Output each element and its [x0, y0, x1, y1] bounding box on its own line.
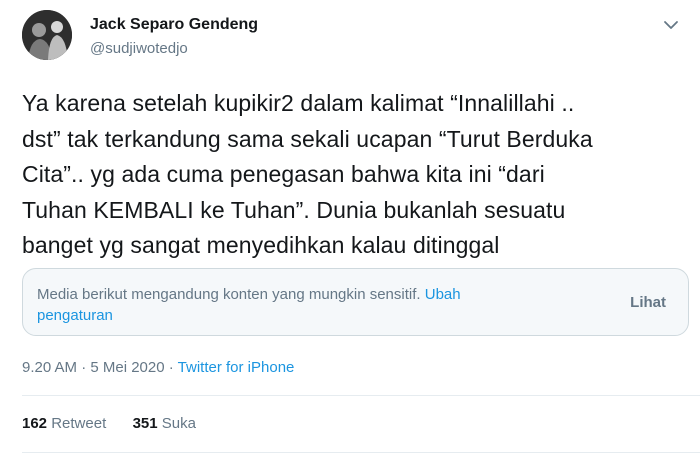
sensitive-media-text: Media berikut mengandung konten yang mun…	[37, 286, 421, 303]
tweet-text: Ya karena setelah kupikir2 dalam kalimat…	[22, 86, 677, 264]
tweet-line: banget yg sangat menyedihkan kalau ditin…	[22, 232, 500, 258]
tweet-line: Cita”.. yg ada cuma penegasan bahwa kita…	[22, 161, 545, 187]
tweet-line: Tuhan KEMBALI ke Tuhan”. Dunia bukanlah …	[22, 196, 566, 223]
tweet-meta: 9.20 AM · 5 Mei 2020 · Twitter for iPhon…	[22, 359, 294, 376]
divider	[22, 395, 700, 396]
tweet-source-link[interactable]: Twitter for iPhone	[178, 359, 295, 376]
retweets-stat[interactable]: 162 Retweet	[22, 415, 110, 432]
retweets-label: Retweet	[51, 415, 107, 432]
chevron-down-icon[interactable]	[660, 14, 682, 36]
avatar[interactable]	[22, 10, 72, 60]
likes-label: Suka	[161, 415, 196, 432]
retweets-count: 162	[22, 415, 48, 432]
sensitive-media-message: Media berikut mengandung konten yang mun…	[37, 284, 537, 326]
tweet-stats: 162 Retweet 351 Suka	[22, 415, 196, 432]
likes-count: 351	[132, 415, 158, 432]
author-handle[interactable]: @sudjiwotedjo	[90, 40, 188, 57]
sensitive-media-warning: Media berikut mengandung konten yang mun…	[22, 268, 689, 336]
likes-stat[interactable]: 351 Suka	[133, 415, 196, 432]
tweet-line: Ya karena setelah kupikir2 dalam kalimat…	[22, 90, 575, 116]
author-display-name[interactable]: Jack Separo Gendeng	[90, 16, 258, 34]
divider	[22, 452, 700, 453]
view-media-button[interactable]: Lihat	[630, 294, 666, 311]
tweet-timestamp[interactable]: 9.20 AM · 5 Mei 2020 ·	[22, 359, 174, 376]
tweet-line: dst” tak terkandung sama sekali ucapan “…	[22, 125, 593, 152]
avatar-image	[22, 10, 72, 60]
